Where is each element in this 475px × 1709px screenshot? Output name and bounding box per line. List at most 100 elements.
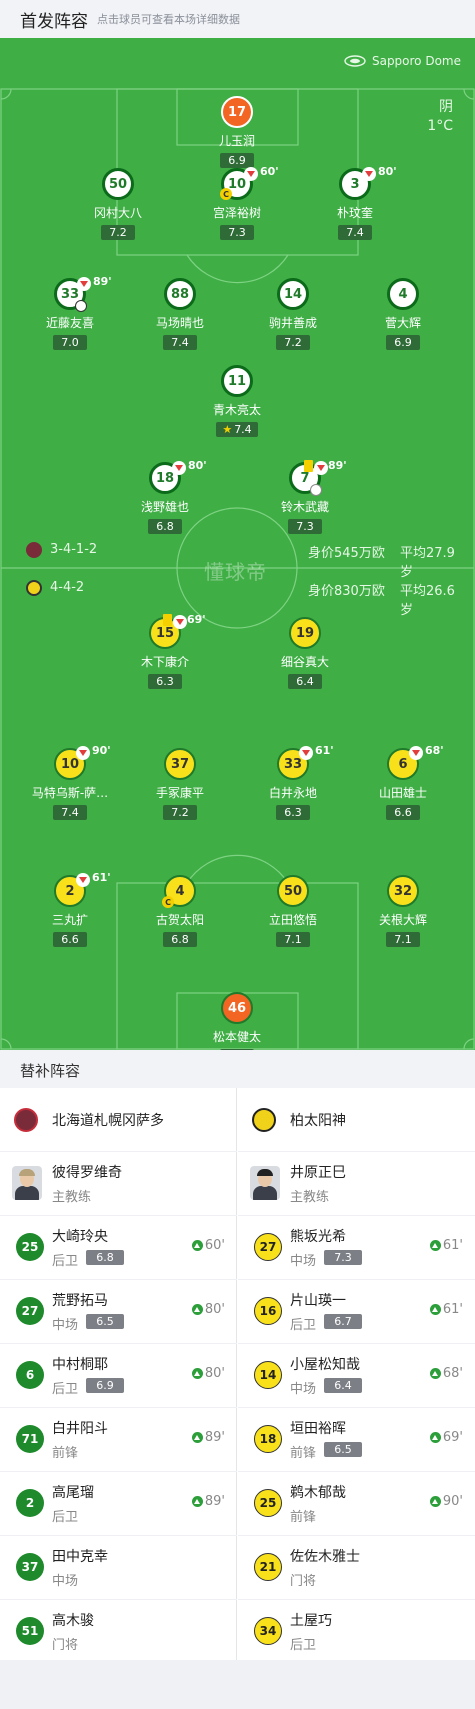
home-subs-column: 北海道札幌冈萨多 彼得罗维奇 主教练 25 大崎玲央 后卫 6.8 60' 27 荒野拓马中… — [0, 1088, 237, 1664]
player-name: 细谷真大 — [280, 655, 329, 669]
home-player[interactable]: 11 青木亮太 ★ 7.4 — [182, 365, 292, 437]
home-player[interactable]: 17 儿玉润 6.9 — [182, 96, 292, 168]
home-player[interactable]: 50 冈村大八 7.2 — [63, 168, 173, 240]
sub-name: 熊坂光希 — [290, 1229, 346, 1245]
sub-name: 白井阳斗 — [52, 1421, 108, 1437]
sub-out-icon — [76, 873, 90, 887]
away-sub-row[interactable]: 27 熊坂光希 中场 7.3 61' — [238, 1216, 475, 1280]
away-player[interactable]: 50 立田悠悟 7.1 — [238, 875, 348, 947]
player-rating: 6.6 — [53, 932, 87, 947]
arrow-up-icon — [194, 1243, 201, 1248]
sub-name: 高木骏 — [52, 1613, 94, 1629]
home-sub-row[interactable]: 37 田中克幸 中场 — [0, 1536, 237, 1600]
player-name: 立田悠悟 — [268, 913, 317, 927]
home-player[interactable]: 33 89' 近藤友喜 7.0 — [15, 275, 125, 350]
away-sub-row[interactable]: 34 土屋巧 后卫 — [238, 1600, 475, 1664]
away-player[interactable]: 4 C 古贺太阳 6.8 — [125, 875, 235, 947]
player-name: 松本健太 — [212, 1030, 261, 1044]
arrow-down-icon — [175, 465, 183, 471]
away-player[interactable]: 46松本健太6.5 — [182, 992, 292, 1050]
player-rating: 7.2 — [163, 805, 197, 820]
captain-icon: C — [162, 896, 174, 908]
arrow-down-icon — [365, 171, 373, 177]
sub-position: 后卫 — [290, 1318, 317, 1333]
sub-rating: 6.7 — [324, 1314, 362, 1329]
home-player[interactable]: 14 驹井善成 7.2 — [238, 278, 348, 350]
home-sub-row[interactable]: 51 高木骏 门将 — [0, 1600, 237, 1664]
home-player[interactable]: 4 菅大辉 6.9 — [348, 278, 458, 350]
away-player[interactable]: 15 69' 木下康介 6.3 — [110, 613, 220, 689]
sub-in-minute: 60' — [191, 1238, 225, 1253]
away-player[interactable]: 37 手冢康平 7.2 — [125, 748, 235, 820]
away-player[interactable]: 2 61' 三丸扩 6.6 — [15, 871, 125, 947]
home-sub-row[interactable]: 2 高尾瑠 后卫 89' — [0, 1472, 237, 1536]
away-team-header[interactable]: 柏太阳神 — [238, 1088, 475, 1152]
player-name: 驹井善成 — [268, 316, 317, 330]
sub-out-minute: 89' — [93, 275, 112, 288]
player-rating: 6.6 — [386, 805, 420, 820]
sub-out-minute: 68' — [425, 744, 444, 757]
pitch: Sapporo Dome 阴 1°C 懂球帝 3-4-1-2 身价545万欧 平… — [0, 38, 475, 1050]
away-player[interactable]: 33 61' 白井永地 6.3 — [238, 744, 348, 820]
away-player[interactable]: 32 关根大辉 7.1 — [348, 875, 458, 947]
away-subs-column: 柏太阳神 井原正巳 主教练 27 熊坂光希 中场 7.3 61' 16 片山瑛一 后卫 6.7 6… — [238, 1088, 475, 1664]
player-name: 近藤友喜 — [45, 316, 94, 330]
stadium-icon — [344, 55, 366, 67]
away-sub-row[interactable]: 21 佐佐木雅士 门将 — [238, 1536, 475, 1600]
away-sub-row[interactable]: 25 鹈木郁哉 前锋 90' — [238, 1472, 475, 1536]
lineup-title: 首发阵容 — [20, 12, 88, 32]
player-rating: 6.3 — [148, 674, 182, 689]
subs-header: 替补阵容 — [0, 1050, 475, 1088]
home-coach[interactable]: 彼得罗维奇 主教练 — [0, 1152, 237, 1216]
home-team-icon — [14, 1108, 38, 1132]
away-sub-row[interactable]: 14 小屋松知哉 中场 6.4 68' — [238, 1344, 475, 1408]
sub-out-icon — [362, 167, 376, 181]
home-player[interactable]: 10 60' C 宫泽裕树 7.3 — [182, 165, 292, 240]
home-player[interactable]: 3 80' 朴玟奎 7.4 — [300, 165, 410, 240]
home-player[interactable]: 88 马场晴也 7.4 — [125, 278, 235, 350]
home-player[interactable]: 7 89' 铃木武藏 7.3 — [250, 459, 360, 534]
sub-in-icon — [429, 1368, 441, 1379]
sub-position: 后卫 — [52, 1510, 79, 1525]
player-rating: 7.4 — [53, 805, 87, 820]
arrow-up-icon — [194, 1499, 201, 1504]
sub-position: 门将 — [290, 1574, 317, 1589]
away-coach[interactable]: 井原正巳 主教练 — [238, 1152, 475, 1216]
player-name: 冈村大八 — [93, 206, 142, 220]
away-sub-row[interactable]: 16 片山瑛一 后卫 6.7 61' — [238, 1280, 475, 1344]
sub-in-icon — [191, 1240, 203, 1251]
home-average-age: 平均27.9岁 — [400, 546, 455, 580]
arrow-down-icon — [80, 281, 88, 287]
sub-out-minute: 80' — [188, 459, 207, 472]
home-sub-row[interactable]: 27 荒野拓马 中场 6.5 80' — [0, 1280, 237, 1344]
arrow-down-icon — [317, 465, 325, 471]
jersey-number: 11 — [221, 365, 253, 397]
away-average-age: 平均26.6岁 — [400, 584, 455, 618]
sub-position: 前锋 — [52, 1446, 79, 1461]
sub-rating: 6.5 — [86, 1314, 124, 1329]
venue-name: Sapporo Dome — [371, 54, 461, 68]
away-player[interactable]: 19 细谷真大 6.4 — [250, 617, 360, 689]
player-rating: 6.9 — [386, 335, 420, 350]
home-sub-row[interactable]: 71 白井阳斗 前锋 89' — [0, 1408, 237, 1472]
jersey-number: 37 — [164, 748, 196, 780]
captain-icon: C — [220, 188, 232, 200]
sub-name: 田中克幸 — [52, 1549, 108, 1565]
sub-in-minute: 61' — [429, 1302, 463, 1317]
weather: 阴 1°C — [427, 98, 453, 136]
sub-in-minute: 69' — [429, 1430, 463, 1445]
away-coach-name: 井原正巳 — [290, 1165, 346, 1181]
home-team-header[interactable]: 北海道札幌冈萨多 — [0, 1088, 237, 1152]
away-sub-row[interactable]: 18 垣田裕晖 前锋 6.5 69' — [238, 1408, 475, 1472]
home-sub-row[interactable]: 6 中村桐耶 后卫 6.9 80' — [0, 1344, 237, 1408]
yellow-card-icon — [163, 614, 172, 626]
sub-number: 37 — [16, 1553, 44, 1581]
player-name: 马场晴也 — [155, 316, 204, 330]
home-player[interactable]: 18 80' 浅野雄也 6.8 — [110, 459, 220, 534]
player-name: 铃木武藏 — [280, 500, 329, 514]
home-sub-row[interactable]: 25 大崎玲央 后卫 6.8 60' — [0, 1216, 237, 1280]
away-player[interactable]: 10 90' 马特乌斯-萨… 7.4 — [15, 744, 125, 820]
home-team-logo — [26, 542, 42, 558]
sub-in-icon — [191, 1496, 203, 1507]
away-player[interactable]: 6 68' 山田雄士 6.6 — [348, 744, 458, 820]
